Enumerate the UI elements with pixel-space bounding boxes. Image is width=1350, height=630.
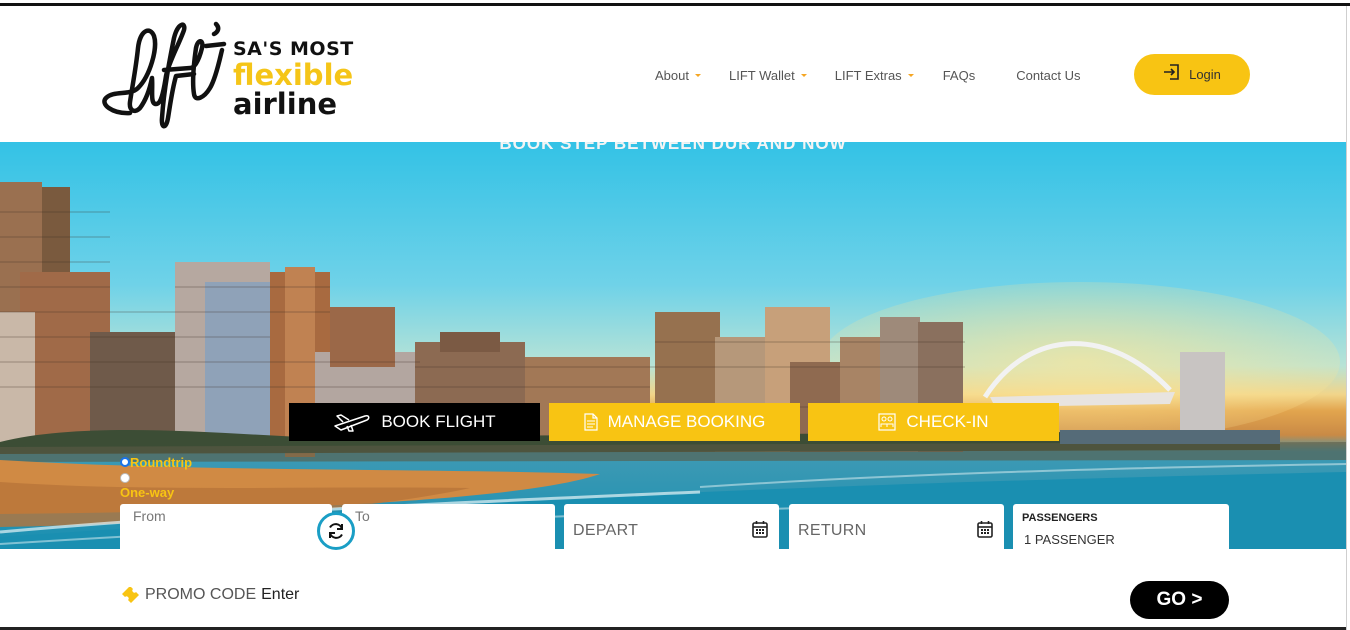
trip-option-roundtrip[interactable]: Roundtrip — [120, 454, 193, 470]
tab-book-flight[interactable]: BOOK FLIGHT — [289, 403, 540, 441]
return-placeholder: RETURN — [798, 522, 867, 539]
nav-item-lift-extras[interactable]: LIFT Extras — [835, 68, 914, 83]
passengers-label: PASSENGERS — [1022, 512, 1098, 524]
ticket-icon — [122, 587, 139, 603]
tab-label: BOOK FLIGHT — [381, 412, 496, 431]
tagline-line1: SA'S MOST — [233, 38, 354, 60]
lift-script-logo — [102, 21, 227, 129]
lift-logo[interactable]: SA'S MOST flexible airline — [100, 18, 390, 133]
document-icon — [584, 413, 598, 431]
depart-placeholder: DEPART — [573, 522, 639, 539]
to-field[interactable]: To — [342, 504, 555, 550]
durban-skyline-image — [0, 182, 1346, 549]
radio-roundtrip[interactable] — [120, 457, 130, 467]
to-placeholder: To — [355, 508, 370, 524]
swap-refresh-icon — [329, 523, 343, 539]
passengers-field[interactable]: PASSENGERS 1 PASSENGER — [1013, 504, 1229, 550]
go-search-button[interactable]: GO > — [1130, 581, 1229, 619]
nav-item-about[interactable]: About — [655, 68, 701, 83]
hero-banner: BOOK STEP BETWEEN DUR AND NOW — [0, 142, 1346, 549]
depart-date-field[interactable]: DEPART — [564, 504, 779, 550]
nav-label: Contact Us — [1016, 68, 1081, 83]
plane-icon — [334, 414, 370, 432]
login-label: Login — [1189, 67, 1221, 82]
caret-down-icon — [800, 74, 807, 77]
login-icon — [1164, 63, 1179, 80]
promo-code-label: PROMO CODE — [145, 586, 257, 603]
nav-label: LIFT Wallet — [728, 68, 795, 83]
nav-label: About — [655, 68, 689, 83]
site-header: SA'S MOST flexible airline About LIFT Wa… — [0, 6, 1346, 142]
tab-manage-booking[interactable]: MANAGE BOOKING — [549, 403, 800, 441]
nav-label: FAQs — [942, 68, 976, 83]
swap-airports-button[interactable] — [317, 512, 355, 550]
tab-label: MANAGE BOOKING — [607, 412, 766, 431]
main-nav: About LIFT Wallet LIFT Extras FAQs Conta… — [655, 68, 1081, 83]
tagline-line2: flexible — [233, 58, 354, 92]
from-placeholder: From — [133, 508, 166, 524]
tab-check-in[interactable]: CHECK-IN — [808, 403, 1059, 441]
checkin-icon — [878, 413, 897, 431]
tagline-line3: airline — [233, 87, 338, 121]
right-border — [1346, 6, 1347, 630]
return-date-field[interactable]: RETURN — [789, 504, 1004, 550]
nav-label: LIFT Extras — [834, 68, 902, 83]
trip-label: One-way — [120, 484, 175, 500]
caret-down-icon — [907, 74, 914, 77]
passengers-value: 1 PASSENGER — [1024, 532, 1115, 547]
trip-option-one-way[interactable]: One-way — [120, 484, 192, 500]
tab-label: CHECK-IN — [906, 412, 989, 431]
trip-type-selector: Roundtrip One-way — [120, 454, 193, 500]
hero-title: BOOK STEP BETWEEN DUR AND NOW — [499, 142, 847, 153]
promo-enter-link[interactable]: Enter — [261, 586, 299, 604]
nav-item-contact-us[interactable]: Contact Us — [1016, 68, 1080, 83]
calendar-icon — [752, 521, 768, 538]
trip-option-one-way-radio[interactable] — [120, 471, 192, 485]
nav-item-faqs[interactable]: FAQs — [943, 68, 976, 83]
logo-tagline: SA'S MOST flexible airline — [233, 40, 354, 119]
caret-down-icon — [694, 74, 701, 77]
login-button[interactable]: Login — [1134, 54, 1250, 95]
trip-label: Roundtrip — [130, 454, 193, 470]
promo-code-row[interactable]: PROMO CODE Enter — [120, 586, 299, 604]
radio-one-way[interactable] — [120, 473, 130, 483]
nav-item-lift-wallet[interactable]: LIFT Wallet — [729, 68, 807, 83]
from-field[interactable]: From — [120, 504, 332, 550]
calendar-icon — [977, 521, 993, 538]
